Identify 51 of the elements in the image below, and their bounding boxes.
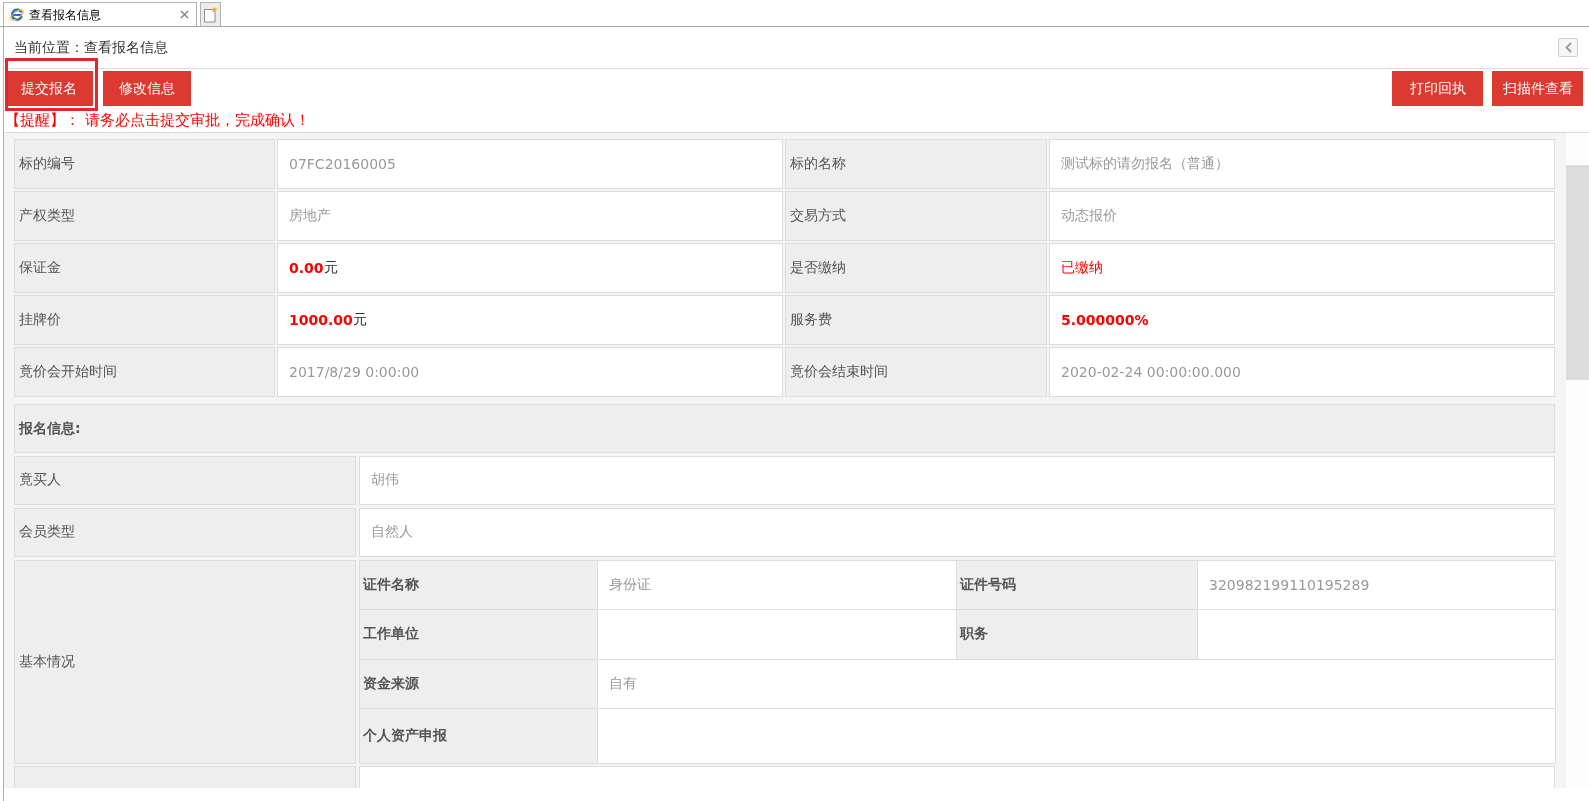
value-cell: 2020-02-24 00:00:00.000 [1049, 347, 1555, 397]
label-cell: 竟价会结束时间 [785, 347, 1047, 397]
value-cell: 1000.00元 [277, 295, 783, 345]
browser-logo-icon [9, 6, 25, 23]
toolbar-button[interactable]: 修改信息 [103, 71, 191, 106]
value-cell: 自有 [598, 659, 1556, 709]
section-header: 报名信息: [14, 404, 1555, 453]
browser-tab[interactable]: 查看报名信息 [3, 2, 197, 26]
label-cell: 是否缴纳 [785, 243, 1047, 293]
value-cell: 320982199110195289 [1198, 560, 1556, 610]
label-cell: 资金来源 [360, 659, 598, 709]
label-cell: 标的编号 [14, 139, 275, 189]
close-button[interactable] [178, 8, 190, 21]
toolbar-button[interactable]: 打印回执 [1392, 71, 1483, 106]
label-cell: 证件号码 [957, 560, 1198, 610]
new-tab-icon [203, 6, 218, 23]
close-icon [179, 10, 189, 19]
label-cell: 个人资产申报 [360, 709, 598, 764]
toolbar-button[interactable]: 扫描件查看 [1492, 71, 1583, 106]
breadcrumb: 当前位置：查看报名信息 [14, 38, 168, 57]
value-cell: 测试标的请勿报名（普通） [1049, 139, 1555, 189]
label-cell: 保证金 [14, 243, 275, 293]
value-cell: 身份证 [598, 560, 957, 610]
new-tab-button[interactable] [200, 2, 221, 26]
toolbar-button[interactable]: 提交报名 [5, 71, 93, 106]
value-cell: 已缴纳 [1049, 243, 1555, 293]
label-cell: 交易方式 [785, 191, 1047, 241]
value-cell: 07FC20160005 [277, 139, 783, 189]
label-cell: 基本情况 [14, 559, 356, 764]
value-cell: 房地产 [277, 191, 783, 241]
label-cell: 职务 [957, 610, 1198, 660]
scrollbar-thumb[interactable] [1566, 165, 1589, 380]
label-cell: 竟买人 [14, 455, 356, 505]
value-cell: 胡伟 [359, 455, 1555, 505]
label-cell: 挂牌价 [14, 295, 275, 345]
label-cell: 会员类型 [14, 507, 356, 557]
label-cell: 标的名称 [785, 139, 1047, 189]
label-cell: 证件名称 [360, 560, 598, 610]
label-cell: 服务费 [785, 295, 1047, 345]
collapse-button[interactable] [1558, 38, 1578, 57]
label-cell: 产权类型 [14, 191, 275, 241]
value-cell: 0.00元 [277, 243, 783, 293]
label-cell: 竟价会开始时间 [14, 347, 275, 397]
value-cell: 动态报价 [1049, 191, 1555, 241]
tab-title: 查看报名信息 [29, 6, 102, 23]
label-cell: 工作单位 [360, 610, 598, 660]
reminder-text: 【提醒】： 请务必点击提交审批，完成确认！ [5, 111, 310, 129]
value-cell: 5.000000% [1049, 295, 1555, 345]
value-cell: 自然人 [359, 507, 1555, 557]
chevron-left-icon [1564, 42, 1572, 53]
value-cell: 2017/8/29 0:00:00 [277, 347, 783, 397]
